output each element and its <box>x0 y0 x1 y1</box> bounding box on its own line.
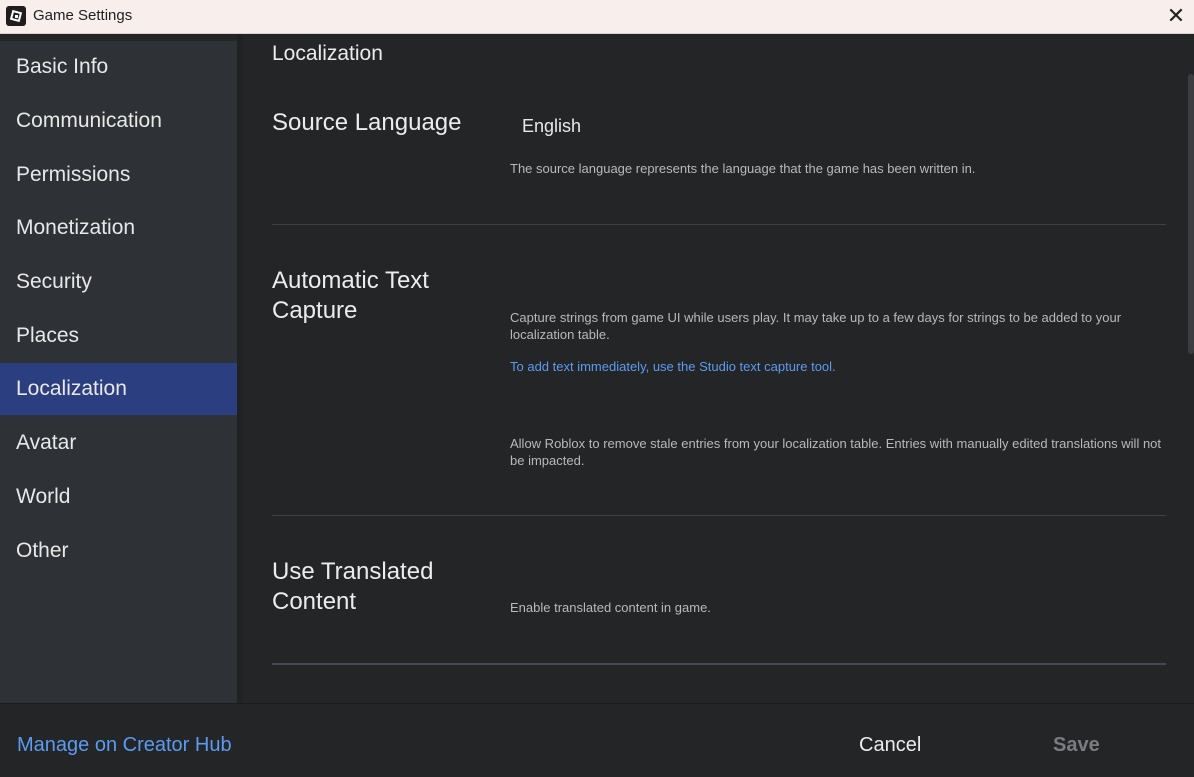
sidebar-item-permissions[interactable]: Permissions <box>0 149 237 201</box>
stale-entries-description: Allow Roblox to remove stale entries fro… <box>510 436 1162 468</box>
page-title: Localization <box>272 42 383 65</box>
title-bar: Game Settings ✕ <box>0 0 1194 34</box>
section-divider <box>272 224 1166 225</box>
roblox-studio-icon <box>6 6 26 26</box>
studio-text-capture-link[interactable]: To add text immediately, use the Studio … <box>510 359 836 374</box>
source-language-title: Source Language <box>272 109 462 136</box>
settings-content: Localization Source Language English The… <box>242 34 1194 703</box>
auto-capture-title-line1: Automatic Text <box>272 267 429 294</box>
sidebar-item-security[interactable]: Security <box>0 256 237 308</box>
sidebar-item-other[interactable]: Other <box>0 525 237 577</box>
source-language-description: The source language represents the langu… <box>510 161 976 176</box>
window-title: Game Settings <box>33 7 133 24</box>
content-scrollbar[interactable] <box>1188 74 1194 354</box>
translated-content-title-line1: Use Translated <box>272 558 434 585</box>
sidebar-item-communication[interactable]: Communication <box>0 95 237 147</box>
cancel-button[interactable]: Cancel <box>859 734 921 757</box>
save-button[interactable]: Save <box>1053 734 1100 757</box>
auto-capture-title: Automatic Text Capture <box>272 266 492 326</box>
dialog-footer: Manage on Creator Hub Cancel Save <box>0 703 1194 777</box>
translated-content-title-line2: Content <box>272 588 357 615</box>
translated-content-title: Use Translated Content <box>272 557 492 617</box>
settings-sidebar: Basic Info Communication Permissions Mon… <box>0 41 237 703</box>
section-divider <box>272 515 1166 516</box>
sidebar-item-avatar[interactable]: Avatar <box>0 417 237 469</box>
close-icon[interactable]: ✕ <box>1166 5 1186 27</box>
source-language-value[interactable]: English <box>522 116 581 137</box>
sidebar-item-world[interactable]: World <box>0 471 237 523</box>
sidebar-item-places[interactable]: Places <box>0 310 237 362</box>
manage-creator-hub-link[interactable]: Manage on Creator Hub <box>17 734 232 757</box>
sidebar-item-localization[interactable]: Localization <box>0 363 237 415</box>
sidebar-item-monetization[interactable]: Monetization <box>0 202 237 254</box>
auto-capture-description: Capture strings from game UI while users… <box>510 310 1122 342</box>
sidebar-item-basic-info[interactable]: Basic Info <box>0 41 237 93</box>
translated-content-description: Enable translated content in game. <box>510 600 711 615</box>
auto-capture-title-line2: Capture <box>272 297 358 324</box>
section-divider <box>272 663 1166 665</box>
